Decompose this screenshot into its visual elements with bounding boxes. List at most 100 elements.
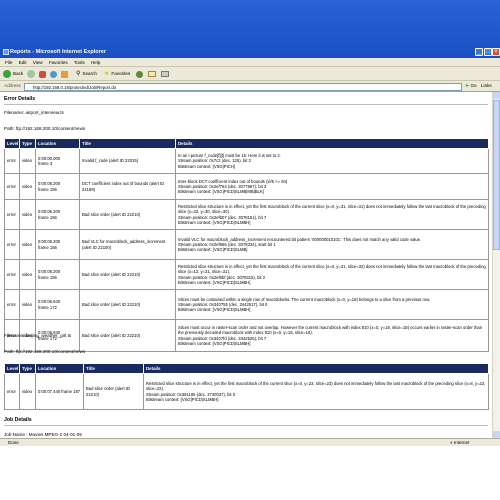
divider [4,104,488,105]
home-icon [61,70,68,78]
cell-location: 0:00:06.840 frame 172 [35,289,80,320]
home-button[interactable] [61,69,68,79]
table-row: error video 0:00:06.200 frame 156 DCT co… [4,173,489,200]
cell-level: error [4,173,20,200]
cell-type: video [19,148,36,174]
address-bar: Address http://192.168.0.16/protected/Jo… [0,81,500,92]
title-bar: Reports - Microsoft Internet Explorer _ … [0,0,500,58]
table-row: error video 0:00:00.000 frame 3 Invalid … [4,148,489,174]
go-button[interactable]: ➤ Go [465,83,477,89]
cell-details: Restricted slice structure is in effect,… [143,373,489,410]
cell-details: Restricted slice structure is in effect,… [175,259,489,290]
toolbar: Back ⚲ Search ★ Favorites [0,67,500,81]
cell-location: 0:00:06.200 frame 156 [35,259,80,290]
refresh-button[interactable] [50,69,57,79]
error-table: Level Type Location Title Details error … [4,138,489,352]
menu-tools[interactable]: Tools [74,58,85,67]
cell-details: Invalid VLC for macroblock_address_incre… [175,229,489,260]
stop-icon [39,70,46,78]
refresh-icon [50,70,57,78]
table-row: error video 0:00:07.440 frame 187 Bad sl… [4,373,489,410]
table-row: error video 0:00:06.200 frame 156 Bad sl… [4,199,489,230]
col-details: Details [143,363,489,374]
table-row: error video 0:00:06.200 frame 156 Bad sl… [4,259,489,290]
mail-icon [148,71,156,77]
cell-level: error [4,373,20,410]
close-button[interactable]: × [492,48,500,56]
scroll-thumb[interactable] [493,100,500,250]
search-button[interactable]: ⚲ Search [76,69,97,79]
col-title: Title [79,138,176,149]
vertical-scrollbar[interactable] [492,92,500,438]
cell-type: video [19,173,36,200]
menu-bar: File Edit View Favorites Tools Help [0,58,500,67]
cell-title: Bad slice order (alert ID 22210) [79,289,176,320]
window-title: Reports - Microsoft Internet Explorer [10,49,106,55]
menu-favorites[interactable]: Favorites [49,58,68,67]
menu-view[interactable]: View [33,58,43,67]
favorites-button[interactable]: ★ Favorites [104,69,130,79]
error-details-heading: Error Details [4,96,36,102]
col-type: Type [19,138,36,149]
filename-label: Filename: beijing_weather_girl.ts [4,333,72,338]
cell-location: 0:00:00.000 frame 3 [35,148,80,174]
cell-title: Bad VLC for macroblock_address_increment… [79,229,176,260]
cell-title: Bad slice order (alert ID 22210) [79,259,176,290]
print-button[interactable] [161,69,169,79]
cell-title: Bad slice order (alert ID 22210) [79,319,176,352]
maximize-button[interactable]: □ [484,48,492,56]
status-bar: Done ● Internet [0,438,500,446]
table-row: error video 0:00:06.200 frame 156 Bad VL… [4,229,489,260]
status-text: Done [8,440,19,445]
cell-title: Bad slice order (alert ID 22210) [83,373,144,410]
cell-details: In an i-picture f_code[f][t] must be 15.… [175,148,489,174]
history-button[interactable] [136,69,143,79]
go-arrow-icon: ➤ [465,82,470,89]
table-row: error video 0:00:06.840 frame 172 Bad sl… [4,289,489,320]
job-details-heading: Job Details [4,417,32,423]
cell-details: Inter-block DCT coefficient index out of… [175,173,489,200]
cell-title: Bad slice order (alert ID 22210) [79,199,176,230]
cell-type: video [19,199,36,230]
globe-icon: ● [450,440,453,445]
cell-level: error [4,148,20,174]
cell-level: error [4,199,20,230]
mail-button[interactable] [148,69,156,79]
forward-arrow-icon [27,70,35,78]
col-details: Details [175,138,489,149]
star-icon: ★ [104,71,110,77]
cell-level: error [4,289,20,320]
col-location: Location [35,138,80,149]
menu-edit[interactable]: Edit [19,58,27,67]
col-title: Title [83,363,144,374]
zone-indicator: ● Internet [450,440,470,445]
menu-help[interactable]: Help [91,58,100,67]
filename-label: Filename: airport_interview.ts [4,110,64,115]
history-icon [136,70,143,78]
links-button[interactable]: Links [481,83,492,88]
cell-level: error [4,259,20,290]
cell-title: Invalid f_code (alert ID 22015) [79,148,176,174]
divider [4,425,488,426]
forward-button[interactable] [27,69,35,79]
minimize-button[interactable]: _ [475,48,483,56]
address-input[interactable]: http://192.168.0.16/protected/Job/Report… [24,82,462,91]
scroll-down-arrow-icon[interactable] [493,431,500,438]
path-label: Path: ftp://192.168.200.10/content/news [4,126,86,131]
col-location: Location [35,363,84,374]
table-row: error video 0:00:06.840 frame 172 Bad sl… [4,319,489,352]
back-button[interactable]: Back [3,69,23,79]
printer-icon [161,71,169,77]
cell-details: Slices must occur in raster-scan order a… [175,319,489,352]
cell-type: video [19,259,36,290]
address-label: Address [4,83,21,88]
ie-icon [3,49,9,55]
scroll-up-arrow-icon[interactable] [493,92,500,99]
cell-details: Restricted slice structure is in effect,… [175,199,489,230]
stop-button[interactable] [39,69,46,79]
background-area [0,446,500,500]
cell-type: video [19,373,36,410]
menu-file[interactable]: File [5,58,12,67]
page-content: Error Details Filename: airport_intervie… [0,92,492,438]
cell-location: 0:00:07.440 frame 187 [35,373,84,410]
